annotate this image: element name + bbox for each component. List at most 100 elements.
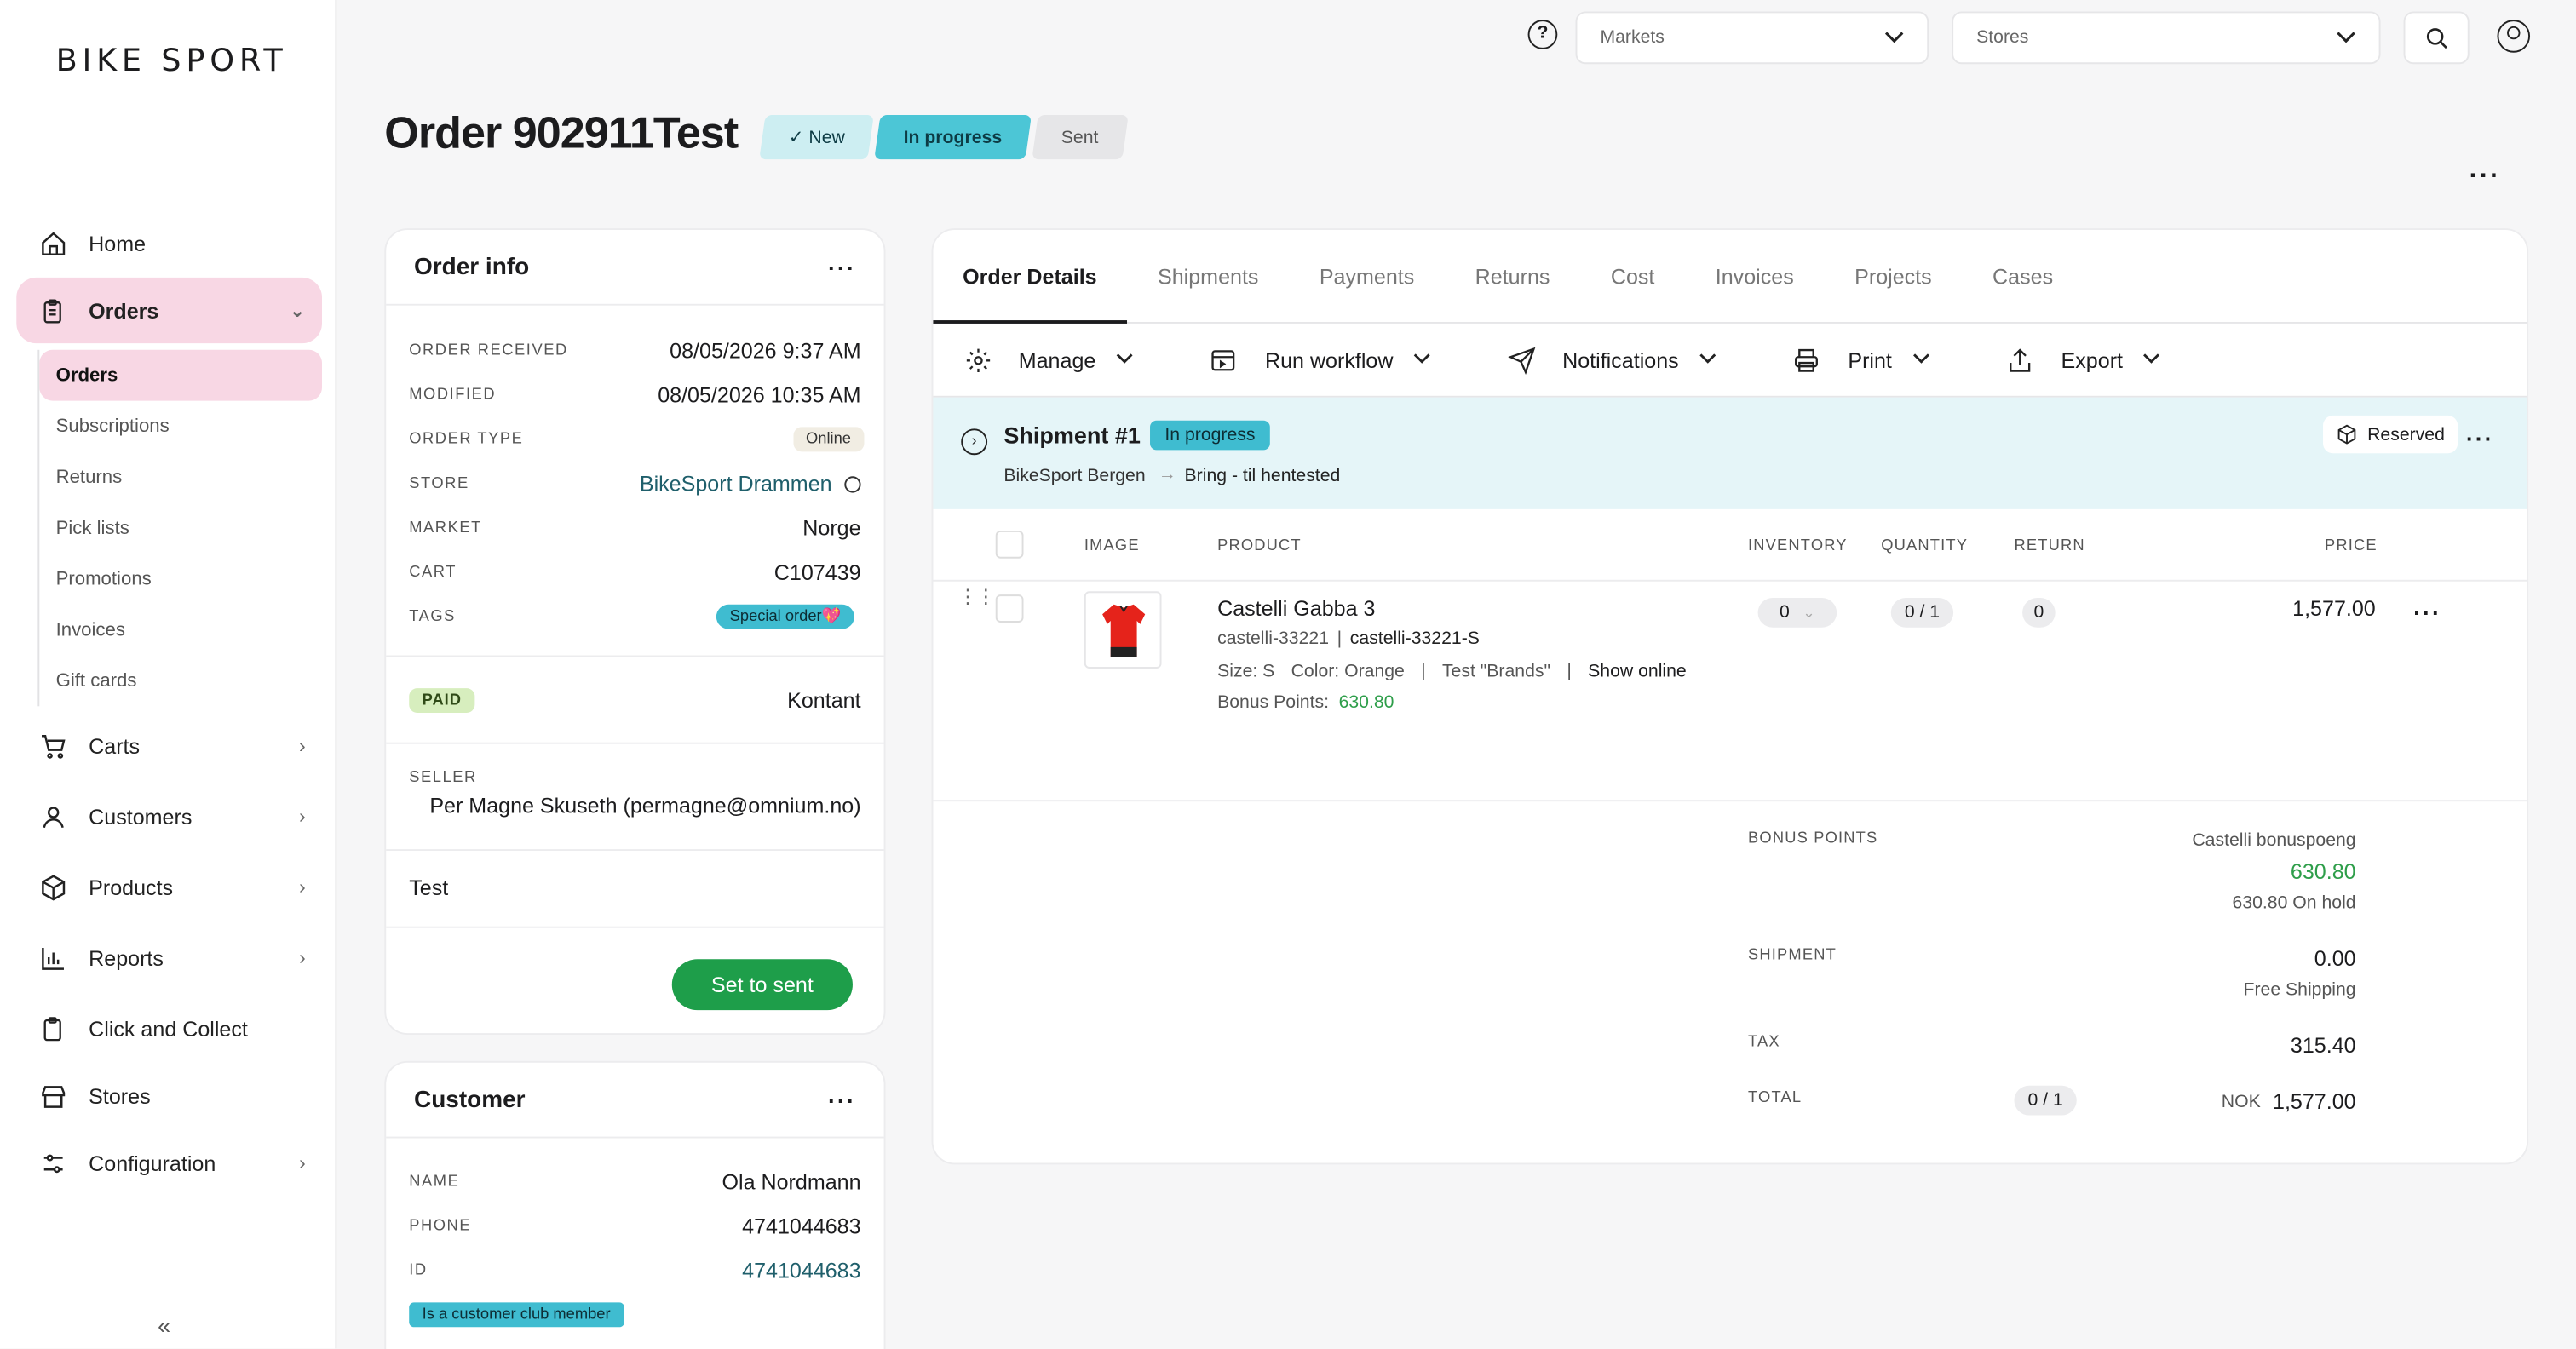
- seller-label: SELLER: [409, 768, 477, 787]
- total-value: 1,577.00: [2273, 1088, 2356, 1114]
- markets-select[interactable]: Markets: [1575, 11, 1929, 65]
- row-more-options-icon[interactable]: ···: [2413, 600, 2441, 626]
- product-sku: castelli-33221: [1217, 629, 1329, 649]
- tag-badge[interactable]: Special order💖: [716, 604, 854, 629]
- order-type-badge: Online: [792, 427, 865, 452]
- product-name-link[interactable]: Castelli Gabba 3: [1217, 596, 1375, 621]
- shipment-expand-icon[interactable]: ›: [961, 428, 988, 456]
- chevron-down-icon: [1115, 350, 1133, 370]
- shipment-more-options-icon[interactable]: ···: [2466, 426, 2494, 452]
- box-icon: [37, 872, 67, 902]
- export-menu-button[interactable]: Export: [2005, 345, 2160, 375]
- sub-item-returns[interactable]: Returns: [39, 451, 322, 502]
- status-step-in-progress-label: In progress: [904, 127, 1003, 147]
- main-nav: Home Orders ⌄ Orders Subscriptions Retur…: [16, 210, 323, 1196]
- tab-returns[interactable]: Returns: [1475, 230, 1550, 322]
- product-brand: Test "Brands": [1441, 662, 1551, 682]
- person-icon: [37, 801, 67, 831]
- sub-item-subscriptions[interactable]: Subscriptions: [39, 401, 322, 452]
- order-received-label: ORDER RECEIVED: [409, 342, 568, 360]
- nav-item-click-collect[interactable]: Click and Collect: [16, 996, 322, 1061]
- search-button[interactable]: [2403, 11, 2470, 65]
- tax-label: TAX: [1748, 1033, 1780, 1052]
- product-skus: castelli-33221 | castelli-33221-S: [1217, 629, 1480, 649]
- select-all-checkbox[interactable]: [995, 530, 1024, 559]
- print-label: Print: [1848, 347, 1892, 372]
- store-label: STORE: [409, 474, 469, 493]
- cart-label: CART: [409, 563, 457, 582]
- inventory-dropdown[interactable]: 0 ⌄: [1757, 598, 1837, 628]
- chevron-down-icon: [1699, 350, 1716, 370]
- tab-shipments[interactable]: Shipments: [1158, 230, 1258, 322]
- tab-cases[interactable]: Cases: [1992, 230, 2053, 322]
- bar-chart-icon: [37, 943, 67, 973]
- nav-item-reports[interactable]: Reports ›: [16, 925, 322, 990]
- column-header-quantity: QUANTITY: [1881, 537, 1969, 555]
- bonus-points-label: Bonus Points:: [1217, 692, 1329, 714]
- store-link[interactable]: BikeSport Drammen: [640, 472, 861, 496]
- phone-value: 4741044683: [742, 1214, 861, 1239]
- sku-separator: |: [1337, 629, 1343, 649]
- notifications-menu-button[interactable]: Notifications: [1507, 345, 1716, 375]
- order-note: Test: [409, 875, 449, 900]
- nav-item-configuration[interactable]: Configuration ›: [16, 1130, 322, 1196]
- customer-id-link[interactable]: 4741044683: [742, 1258, 860, 1283]
- modified-value: 08/05/2026 10:35 AM: [658, 382, 861, 408]
- customer-card: Customer ··· NAME Ola Nordmann PHONE 474…: [384, 1060, 886, 1349]
- search-icon: [2425, 27, 2447, 49]
- chevron-right-icon: ›: [299, 945, 306, 969]
- nav-item-orders[interactable]: Orders ⌄: [16, 277, 323, 344]
- table-row: ⋮⋮ Castelli Gabba 3 castelli-33221 | cas…: [933, 582, 2527, 802]
- nav-item-home[interactable]: Home: [16, 210, 322, 276]
- customer-row: PHONE 4741044683: [386, 1204, 883, 1249]
- nav-item-customers[interactable]: Customers ›: [16, 784, 322, 849]
- product-size: Size: S: [1217, 662, 1275, 682]
- order-type-label: ORDER TYPE: [409, 430, 524, 449]
- chevron-down-icon: [2142, 350, 2160, 370]
- collapse-sidebar-button[interactable]: «: [158, 1312, 170, 1339]
- more-options-icon[interactable]: ···: [828, 254, 856, 280]
- set-to-sent-button[interactable]: Set to sent: [671, 959, 853, 1011]
- print-menu-button[interactable]: Print: [1792, 345, 1929, 375]
- page-more-options-icon[interactable]: ···: [2470, 163, 2501, 192]
- tab-projects[interactable]: Projects: [1854, 230, 1932, 322]
- reserved-label: Reserved: [2367, 424, 2445, 445]
- help-icon[interactable]: ?: [1527, 20, 1558, 49]
- tab-cost[interactable]: Cost: [1611, 230, 1655, 322]
- nav-item-carts[interactable]: Carts ›: [16, 713, 322, 778]
- status-step-new[interactable]: ✓ New: [759, 115, 875, 160]
- attr-separator: |: [1421, 662, 1426, 682]
- status-step-in-progress[interactable]: In progress: [874, 115, 1032, 160]
- sub-item-pick-lists[interactable]: Pick lists: [39, 502, 322, 554]
- drag-handle-icon[interactable]: ⋮⋮: [957, 587, 995, 606]
- manage-menu-button[interactable]: Manage: [963, 345, 1134, 375]
- sub-item-invoices[interactable]: Invoices: [39, 605, 322, 656]
- sub-item-gift-cards[interactable]: Gift cards: [39, 656, 322, 707]
- reserved-badge[interactable]: Reserved: [2323, 415, 2458, 454]
- upload-icon: [2005, 345, 2035, 375]
- more-options-icon[interactable]: ···: [828, 1087, 856, 1113]
- manage-label: Manage: [1018, 347, 1096, 372]
- show-online-link[interactable]: Show online: [1588, 662, 1687, 681]
- sub-item-promotions[interactable]: Promotions: [39, 554, 322, 605]
- total-label: TOTAL: [1748, 1088, 1803, 1107]
- nav-item-stores[interactable]: Stores: [16, 1063, 322, 1128]
- printer-icon: [1792, 345, 1822, 375]
- row-checkbox[interactable]: [995, 594, 1024, 623]
- status-step-sent[interactable]: Sent: [1032, 115, 1129, 160]
- shipment-header: › Shipment #1 In progress BikeSport Berg…: [933, 397, 2527, 509]
- sub-item-orders[interactable]: Orders: [39, 349, 323, 401]
- name-label: NAME: [409, 1173, 460, 1191]
- tab-invoices[interactable]: Invoices: [1716, 230, 1794, 322]
- tab-order-details[interactable]: Order Details: [933, 230, 1126, 324]
- customer-header: Customer ···: [386, 1063, 884, 1139]
- tab-payments[interactable]: Payments: [1320, 230, 1414, 322]
- modified-label: MODIFIED: [409, 386, 497, 405]
- payment-row: PAID Kontant: [386, 657, 883, 742]
- column-header-image: IMAGE: [1084, 537, 1140, 555]
- user-account-icon[interactable]: [2497, 20, 2531, 53]
- nav-item-products[interactable]: Products ›: [16, 854, 322, 920]
- product-image[interactable]: [1084, 591, 1162, 669]
- stores-select[interactable]: Stores: [1952, 11, 2381, 65]
- run-workflow-menu-button[interactable]: Run workflow: [1209, 345, 1430, 375]
